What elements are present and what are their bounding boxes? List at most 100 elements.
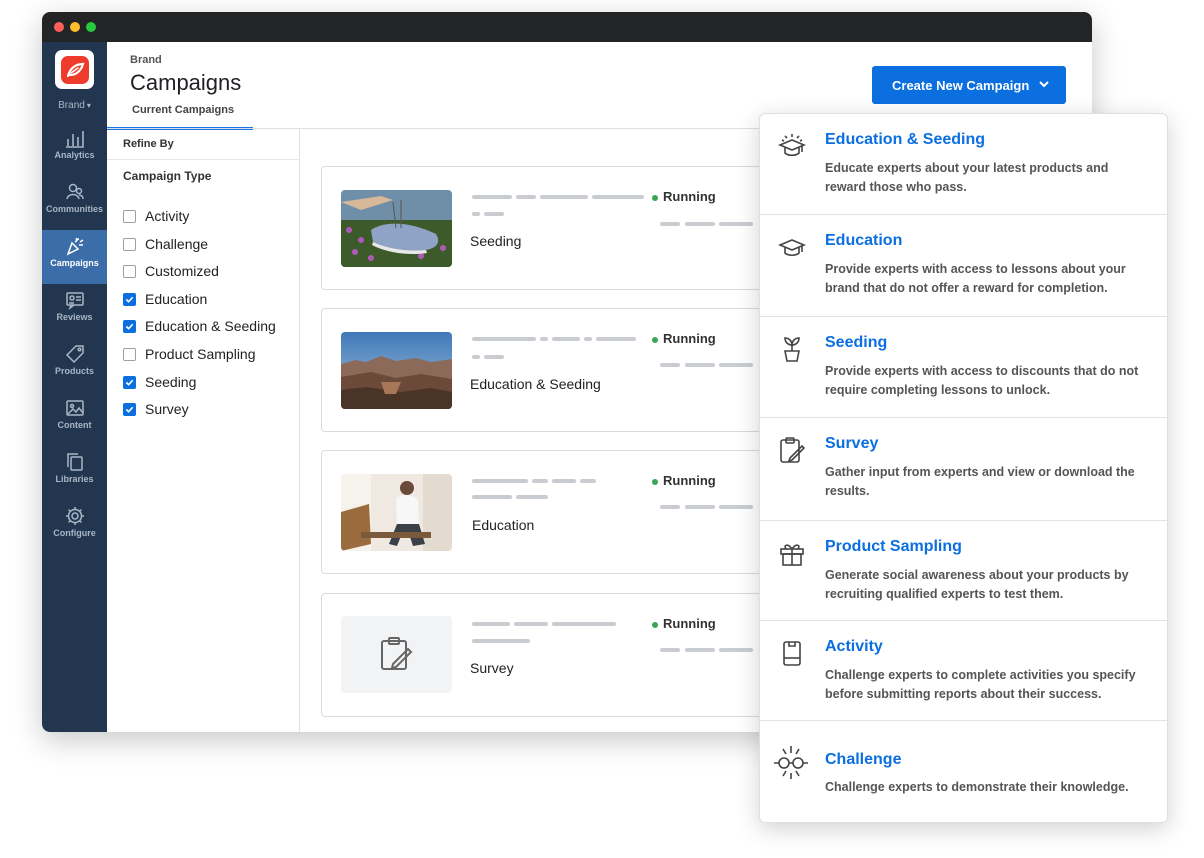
- placeholder-bar: [472, 495, 512, 499]
- filter-option-activity[interactable]: Activity: [123, 207, 189, 225]
- status-badge: Running: [652, 473, 716, 488]
- placeholder-bar: [685, 648, 715, 652]
- refine-by-label: Refine By: [123, 138, 174, 150]
- campaign-type-menu: Education & Seeding Educate experts abou…: [759, 113, 1168, 823]
- checkbox-checked[interactable]: [123, 375, 136, 389]
- bar-chart-icon: [65, 131, 84, 148]
- person-photo: [341, 474, 452, 551]
- campaign-card-education[interactable]: Running Education: [321, 450, 771, 574]
- placeholder-bar: [484, 212, 504, 216]
- create-button-label: Create New Campaign: [892, 77, 1030, 93]
- placeholder-bar: [552, 479, 576, 483]
- menu-item-title: Seeding: [825, 334, 888, 351]
- chevron-down-icon: ▾: [86, 101, 91, 110]
- filter-panel: Refine By Campaign Type Activity Challen…: [107, 129, 300, 732]
- menu-item-product-sampling[interactable]: Product Sampling Generate social awarene…: [760, 521, 1167, 621]
- sidebar-item-libraries[interactable]: Libraries: [42, 446, 107, 500]
- challenge-icon: [774, 746, 808, 779]
- stage: Brand ▾ Analytics Communities Campaigns R…: [0, 0, 1204, 858]
- placeholder-bar: [472, 337, 536, 341]
- checkbox[interactable]: [123, 264, 136, 278]
- tab-current-campaigns[interactable]: Current Campaigns: [107, 104, 253, 130]
- campaign-name: Education & Seeding: [470, 376, 601, 392]
- menu-item-title: Challenge: [825, 751, 902, 768]
- status-label: Running: [663, 331, 716, 346]
- gear-icon: [65, 507, 84, 525]
- campaign-name: Survey: [470, 660, 514, 676]
- create-new-campaign-button[interactable]: Create New Campaign: [872, 66, 1066, 104]
- people-icon: [65, 183, 84, 200]
- close-window-button[interactable]: [54, 22, 64, 32]
- survey-thumbnail: [341, 616, 452, 693]
- status-label: Running: [663, 473, 716, 488]
- filter-option-customized[interactable]: Customized: [123, 262, 219, 280]
- maximize-window-button[interactable]: [86, 22, 96, 32]
- title-bar: [42, 12, 1092, 42]
- menu-item-title: Activity: [825, 638, 883, 655]
- placeholder-bar: [552, 337, 580, 341]
- checkbox[interactable]: [123, 209, 136, 223]
- placeholder-bar: [580, 479, 596, 483]
- filter-option-label: Survey: [145, 401, 189, 417]
- reviews-icon: [65, 292, 84, 310]
- placeholder-bar: [516, 495, 548, 499]
- placeholder-bar: [719, 222, 753, 226]
- campaign-name: Education: [472, 517, 535, 533]
- sidebar-item-content[interactable]: Content: [42, 392, 107, 446]
- gift-icon: [780, 544, 804, 566]
- sidebar-item-reviews[interactable]: Reviews: [42, 284, 107, 338]
- brand-selector[interactable]: Brand ▾: [42, 100, 107, 111]
- checkbox-checked[interactable]: [123, 319, 136, 333]
- filter-option-survey[interactable]: Survey: [123, 400, 189, 418]
- filter-option-seeding[interactable]: Seeding: [123, 373, 196, 391]
- status-dot: [652, 194, 658, 201]
- checkmark-icon: [125, 296, 134, 303]
- brand-logo[interactable]: [55, 50, 94, 89]
- campaign-card-seeding[interactable]: Running Seeding: [321, 166, 771, 290]
- placeholder-bar: [472, 195, 512, 199]
- placeholder-bar: [660, 648, 680, 652]
- placeholder-bar: [685, 222, 715, 226]
- checkbox[interactable]: [123, 237, 136, 251]
- filter-option-education-seeding[interactable]: Education & Seeding: [123, 317, 276, 335]
- menu-item-education-seeding[interactable]: Education & Seeding Educate experts abou…: [760, 114, 1167, 215]
- placeholder-bar: [685, 363, 715, 367]
- placeholder-bar: [719, 648, 753, 652]
- campaign-type-label: Campaign Type: [123, 169, 212, 183]
- campaign-name: Seeding: [470, 233, 522, 249]
- filter-option-challenge[interactable]: Challenge: [123, 235, 208, 253]
- breadcrumb[interactable]: Brand: [130, 54, 162, 66]
- campaign-card-education-seeding[interactable]: Running Education & Seeding: [321, 308, 771, 432]
- menu-item-activity[interactable]: Activity Challenge experts to complete a…: [760, 621, 1167, 721]
- sidebar-item-products[interactable]: Products: [42, 338, 107, 392]
- chevron-down-icon: [1039, 81, 1049, 88]
- checkbox[interactable]: [123, 347, 136, 361]
- placeholder-bar: [596, 337, 636, 341]
- filter-option-product-sampling[interactable]: Product Sampling: [123, 345, 256, 363]
- filter-option-education[interactable]: Education: [123, 290, 207, 308]
- placeholder-bar: [472, 212, 480, 216]
- shoe-photo: [341, 190, 452, 267]
- checkbox-checked[interactable]: [123, 292, 136, 306]
- sidebar-item-label: Products: [54, 366, 94, 376]
- menu-item-challenge[interactable]: Challenge Challenge experts to demonstra…: [760, 721, 1167, 822]
- image-icon: [65, 400, 84, 416]
- menu-item-survey[interactable]: Survey Gather input from experts and vie…: [760, 418, 1167, 521]
- menu-item-seeding[interactable]: Seeding Provide experts with access to d…: [760, 317, 1167, 418]
- sidebar-item-label: Communities: [45, 204, 103, 214]
- campaign-card-survey[interactable]: Running Survey: [321, 593, 771, 717]
- sidebar-item-communities[interactable]: Communities: [42, 176, 107, 230]
- placeholder-bar: [484, 355, 504, 359]
- menu-item-education[interactable]: Education Provide experts with access to…: [760, 215, 1167, 317]
- minimize-window-button[interactable]: [70, 22, 80, 32]
- sidebar-item-configure[interactable]: Configure: [42, 500, 107, 554]
- placeholder-bar: [472, 355, 480, 359]
- placeholder-bar: [719, 363, 753, 367]
- menu-item-description: Challenge experts to demonstrate their k…: [825, 780, 1129, 794]
- checkbox-checked[interactable]: [123, 402, 136, 416]
- sidebar-item-analytics[interactable]: Analytics: [42, 122, 107, 176]
- placeholder-bar: [584, 337, 592, 341]
- sidebar-item-campaigns[interactable]: Campaigns: [42, 230, 107, 284]
- menu-item-title: Survey: [825, 435, 879, 452]
- menu-item-description: Educate experts about your latest produc…: [825, 161, 1109, 194]
